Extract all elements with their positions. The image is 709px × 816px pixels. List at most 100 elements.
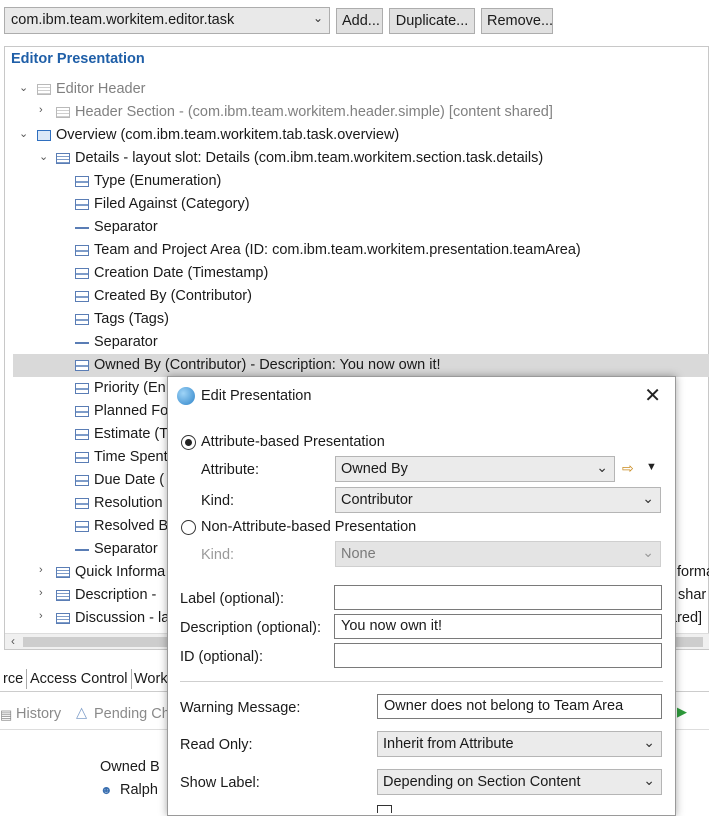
attribute-picker-icon[interactable]: ⇨ <box>622 460 634 477</box>
read-only-select[interactable]: Inherit from Attribute ⌄ <box>377 731 662 757</box>
field-icon <box>75 314 89 325</box>
description-field-label: Description (optional): <box>180 620 322 636</box>
separator-icon <box>75 342 89 344</box>
user-icon: ☻ <box>100 783 113 797</box>
panel-title: Editor Presentation <box>11 51 145 67</box>
editor-id-combo[interactable]: com.ibm.team.workitem.editor.task ⌄ <box>4 7 330 34</box>
chevron-down-icon: ⌄ <box>643 734 655 750</box>
edit-presentation-dialog: Edit Presentation ✕ Attribute-based Pres… <box>167 376 676 816</box>
checkbox[interactable] <box>377 805 392 813</box>
label-input[interactable] <box>334 585 662 610</box>
collapsed-arrow-icon[interactable]: › <box>39 587 49 599</box>
list-icon <box>56 590 70 601</box>
field-icon <box>75 429 89 440</box>
collapsed-arrow-icon[interactable]: › <box>39 610 49 622</box>
show-label-select[interactable]: Depending on Section Content ⌄ <box>377 769 662 795</box>
non-attr-kind-label: Kind: <box>201 547 235 563</box>
chevron-down-icon: ⌄ <box>596 459 608 475</box>
tree-row-filed-against[interactable]: Filed Against (Category) <box>5 193 709 216</box>
field-icon <box>75 245 89 256</box>
expanded-arrow-icon[interactable]: ⌄ <box>39 150 49 163</box>
read-only-label: Read Only: <box>180 737 253 753</box>
expanded-arrow-icon[interactable]: ⌄ <box>19 127 29 140</box>
list-icon <box>37 84 51 95</box>
tree-row-overview[interactable]: ⌄ Overview (com.ibm.team.workitem.tab.ta… <box>5 124 709 147</box>
description-input[interactable]: You now own it! <box>334 614 662 639</box>
field-icon <box>75 176 89 187</box>
owned-by-value: Ralph <box>120 782 158 798</box>
attribute-based-radio[interactable] <box>181 435 196 450</box>
pending-changes-tab[interactable]: Pending Ch <box>94 706 170 722</box>
history-tab[interactable]: History <box>16 706 61 722</box>
tree-row-created-by[interactable]: Created By (Contributor) <box>5 285 709 308</box>
tab-workflow[interactable]: Work <box>131 669 172 689</box>
warning-message-label: Warning Message: <box>180 700 301 716</box>
label-field-label: Label (optional): <box>180 591 284 607</box>
field-icon <box>75 268 89 279</box>
attribute-based-label: Attribute-based Presentation <box>201 434 385 450</box>
non-attr-kind-select: None ⌄ <box>335 541 661 567</box>
tree-row-owned-by[interactable]: Owned By (Contributor) - Description: Yo… <box>13 354 709 377</box>
owned-by-header: Owned B <box>100 759 160 775</box>
kind-select[interactable]: Contributor ⌄ <box>335 487 661 513</box>
tree-row-header-section[interactable]: › Header Section - (com.ibm.team.workite… <box>5 101 709 124</box>
dropdown-arrow-icon[interactable]: ▼ <box>646 461 657 473</box>
non-attribute-based-radio[interactable] <box>181 520 196 535</box>
dialog-title: Edit Presentation <box>201 388 312 404</box>
attribute-select[interactable]: Owned By ⌄ <box>335 456 615 482</box>
list-icon <box>56 567 70 578</box>
separator-icon <box>75 549 89 551</box>
id-field-label: ID (optional): <box>180 649 264 665</box>
chevron-down-icon: ⌄ <box>312 11 323 25</box>
separator-icon <box>75 227 89 229</box>
tree-row-tags[interactable]: Tags (Tags) <box>5 308 709 331</box>
chevron-down-icon: ⌄ <box>643 772 655 788</box>
attribute-label: Attribute: <box>201 462 260 478</box>
tree-row-separator[interactable]: Separator <box>5 216 709 239</box>
run-icon[interactable]: ▶ <box>677 704 687 720</box>
field-icon <box>75 498 89 509</box>
tree-row-team-project-area[interactable]: Team and Project Area (ID: com.ibm.team.… <box>5 239 709 262</box>
globe-icon <box>177 387 195 405</box>
collapsed-arrow-icon[interactable]: › <box>39 104 49 116</box>
scroll-left-icon[interactable]: ‹ <box>11 634 15 648</box>
list-icon <box>56 153 70 164</box>
warning-message-input[interactable]: Owner does not belong to Team Area <box>377 694 662 719</box>
tab-access-control[interactable]: Access Control <box>27 669 132 689</box>
field-icon <box>75 199 89 210</box>
collapsed-arrow-icon[interactable]: › <box>39 564 49 576</box>
expanded-arrow-icon[interactable]: ⌄ <box>19 81 29 94</box>
tab-icon <box>37 130 51 141</box>
remove-button[interactable]: Remove... <box>481 8 553 34</box>
field-icon <box>75 291 89 302</box>
duplicate-button[interactable]: Duplicate... <box>389 8 475 34</box>
tree-row-type[interactable]: Type (Enumeration) <box>5 170 709 193</box>
pending-changes-icon: △ <box>76 705 88 721</box>
field-icon <box>75 452 89 463</box>
kind-label: Kind: <box>201 493 235 509</box>
dialog-title-bar: Edit Presentation ✕ <box>168 377 675 415</box>
add-button[interactable]: Add... <box>336 8 383 34</box>
tree-row-editor-header[interactable]: ⌄ Editor Header <box>5 78 709 101</box>
field-icon <box>75 406 89 417</box>
tab-source[interactable]: rce <box>0 669 28 689</box>
close-icon[interactable]: ✕ <box>644 383 661 408</box>
owned-by-panel: Owned B ☻ Ralph <box>100 756 160 802</box>
id-input[interactable] <box>334 643 662 668</box>
divider <box>180 681 663 682</box>
field-icon <box>75 475 89 486</box>
chevron-down-icon: ⌄ <box>642 544 654 560</box>
non-attribute-based-label: Non-Attribute-based Presentation <box>201 519 417 535</box>
list-icon <box>56 107 70 118</box>
tree-row-creation-date[interactable]: Creation Date (Timestamp) <box>5 262 709 285</box>
tree-row-separator[interactable]: Separator <box>5 331 709 354</box>
show-label-label: Show Label: <box>180 775 260 791</box>
list-icon <box>56 613 70 624</box>
editor-id-value: com.ibm.team.workitem.editor.task <box>11 12 235 28</box>
field-icon <box>75 383 89 394</box>
chevron-down-icon: ⌄ <box>642 490 654 506</box>
field-icon <box>75 360 89 371</box>
history-icon: ▤ <box>0 707 13 722</box>
field-icon <box>75 521 89 532</box>
tree-row-details-section[interactable]: ⌄ Details - layout slot: Details (com.ib… <box>5 147 709 170</box>
